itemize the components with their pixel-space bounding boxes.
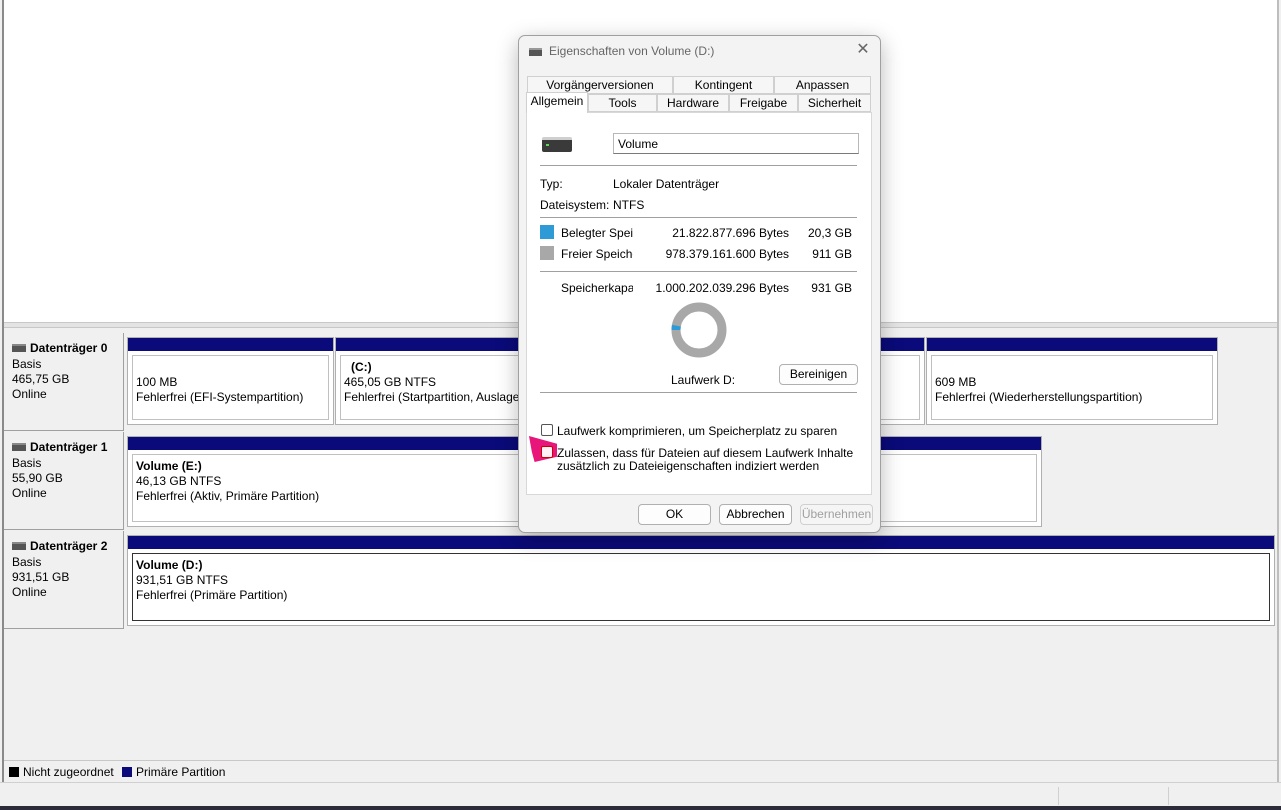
tab-allgemein[interactable]: Allgemein [526, 92, 588, 113]
partition-size: 100 MB [136, 375, 178, 389]
compress-label: Laufwerk komprimieren, um Speicherplatz … [557, 424, 838, 438]
partition-status: Fehlerfrei (Startpartition, Auslager [344, 390, 524, 404]
volume-name-input[interactable]: Volume [613, 133, 859, 154]
partition-size: 46,13 GB NTFS [136, 474, 222, 488]
drive-letter-label: Laufwerk D: [671, 373, 736, 387]
cleanup-button[interactable]: Bereinigen [779, 364, 858, 385]
cancel-button[interactable]: Abbrechen [719, 504, 792, 525]
type-value: Lokaler Datenträger [613, 177, 720, 191]
index-label-line1: Zulassen, dass für Dateien auf diesem La… [557, 446, 854, 460]
disk-icon [12, 344, 26, 352]
dialog-title: Eigenschaften von Volume (D:) [549, 44, 715, 58]
legend-unallocated: Nicht zugeordnet [9, 765, 114, 779]
partition-title: Volume (D:) [136, 558, 203, 572]
properties-dialog[interactable]: Eigenschaften von Volume (D:) ✕ Vorgänge… [518, 35, 881, 533]
disk-size: 465,75 GB [12, 372, 70, 386]
partition-efi[interactable]: 100 MB Fehlerfrei (EFI-Systempartition) [127, 337, 334, 425]
tab-page-general: Volume Typ: Lokaler Datenträger Dateisys… [526, 112, 872, 495]
partition-bar [128, 338, 333, 351]
disk-1-label[interactable]: Datenträger 1 Basis 55,90 GB Online [4, 432, 124, 530]
free-space-bytes: 978.379.161.600 Bytes [665, 247, 789, 261]
disk-type: Basis [12, 456, 42, 470]
type-label: Typ: [540, 177, 563, 191]
partition-status: Fehlerfrei (EFI-Systempartition) [136, 390, 304, 404]
partition-size: 931,51 GB NTFS [136, 573, 229, 587]
disk-status: Online [12, 387, 47, 401]
disk-2-label[interactable]: Datenträger 2 Basis 931,51 GB Online [4, 531, 124, 629]
tab-freigabe[interactable]: Freigabe [729, 94, 798, 112]
disk-title: Datenträger 2 [30, 539, 108, 553]
disk-status: Online [12, 486, 47, 500]
usage-donut-chart [671, 302, 727, 358]
partition-bar [128, 536, 1274, 549]
donut-free-segment [671, 302, 727, 358]
disk-size: 931,51 GB [12, 570, 70, 584]
close-icon[interactable]: ✕ [854, 41, 872, 59]
disk-status: Online [12, 585, 47, 599]
tab-hardware[interactable]: Hardware [657, 94, 729, 112]
disk-icon [12, 542, 26, 550]
disk-title: Datenträger 0 [30, 341, 108, 355]
used-space-label: Belegter Speicl [561, 226, 633, 240]
legend-label: Nicht zugeordnet [23, 765, 114, 779]
status-bar [0, 782, 1281, 807]
used-space-bytes: 21.822.877.696 Bytes [672, 226, 789, 240]
partition-recovery[interactable]: 609 MB Fehlerfrei (Wiederherstellungspar… [926, 337, 1218, 425]
partition-bar [927, 338, 1217, 351]
capacity-bytes: 1.000.202.039.296 Bytes [655, 281, 789, 295]
disk-icon [12, 443, 26, 451]
tab-sicherheit[interactable]: Sicherheit [798, 94, 871, 112]
disk-size: 55,90 GB [12, 471, 63, 485]
index-label-line2: zusätzlich zu Dateieigenschaften indizie… [557, 459, 820, 473]
legend-primary: Primäre Partition [122, 765, 225, 779]
disk-0-label[interactable]: Datenträger 0 Basis 465,75 GB Online [4, 333, 124, 431]
partition-title: (C:) [351, 360, 372, 374]
partition-status: Fehlerfrei (Aktiv, Primäre Partition) [136, 489, 320, 503]
taskbar-edge [0, 806, 1281, 810]
capacity-gb: 931 GB [811, 281, 852, 295]
disk-type: Basis [12, 357, 42, 371]
partition-d[interactable]: Volume (D:) 931,51 GB NTFS Fehlerfrei (P… [127, 535, 1275, 626]
used-space-gb: 20,3 GB [807, 226, 852, 240]
free-space-gb: 911 GB [812, 247, 852, 261]
legend-label: Primäre Partition [136, 765, 226, 779]
drive-icon [542, 137, 572, 152]
legend-bar: Nicht zugeordnet Primäre Partition [4, 760, 1277, 781]
capacity-label: Speicherkapazi [561, 281, 633, 295]
window-right-border [1277, 0, 1279, 808]
disk-type: Basis [12, 555, 42, 569]
filesystem-value: NTFS [613, 198, 645, 212]
used-space-swatch [540, 225, 554, 239]
legend-swatch-unallocated [9, 767, 19, 777]
partition-size: 465,05 GB NTFS [344, 375, 437, 389]
tab-kontingent[interactable]: Kontingent [673, 76, 774, 94]
tab-anpassen[interactable]: Anpassen [774, 76, 871, 94]
filesystem-label: Dateisystem: [540, 198, 610, 212]
legend-swatch-primary [122, 767, 132, 777]
partition-size: 609 MB [935, 375, 977, 389]
free-space-swatch [540, 246, 554, 260]
tab-tools[interactable]: Tools [588, 94, 657, 112]
partition-title: Volume (E:) [136, 459, 202, 473]
free-space-label: Freier Speicher [561, 247, 633, 261]
partition-status: Fehlerfrei (Primäre Partition) [136, 588, 288, 602]
disk-title: Datenträger 1 [30, 440, 108, 454]
compress-checkbox[interactable] [541, 424, 553, 436]
partition-status: Fehlerfrei (Wiederherstellungspartition) [935, 390, 1143, 404]
index-checkbox[interactable] [541, 446, 553, 458]
ok-button[interactable]: OK [638, 504, 711, 525]
apply-button[interactable]: Übernehmen [800, 504, 873, 525]
drive-icon [529, 48, 542, 56]
